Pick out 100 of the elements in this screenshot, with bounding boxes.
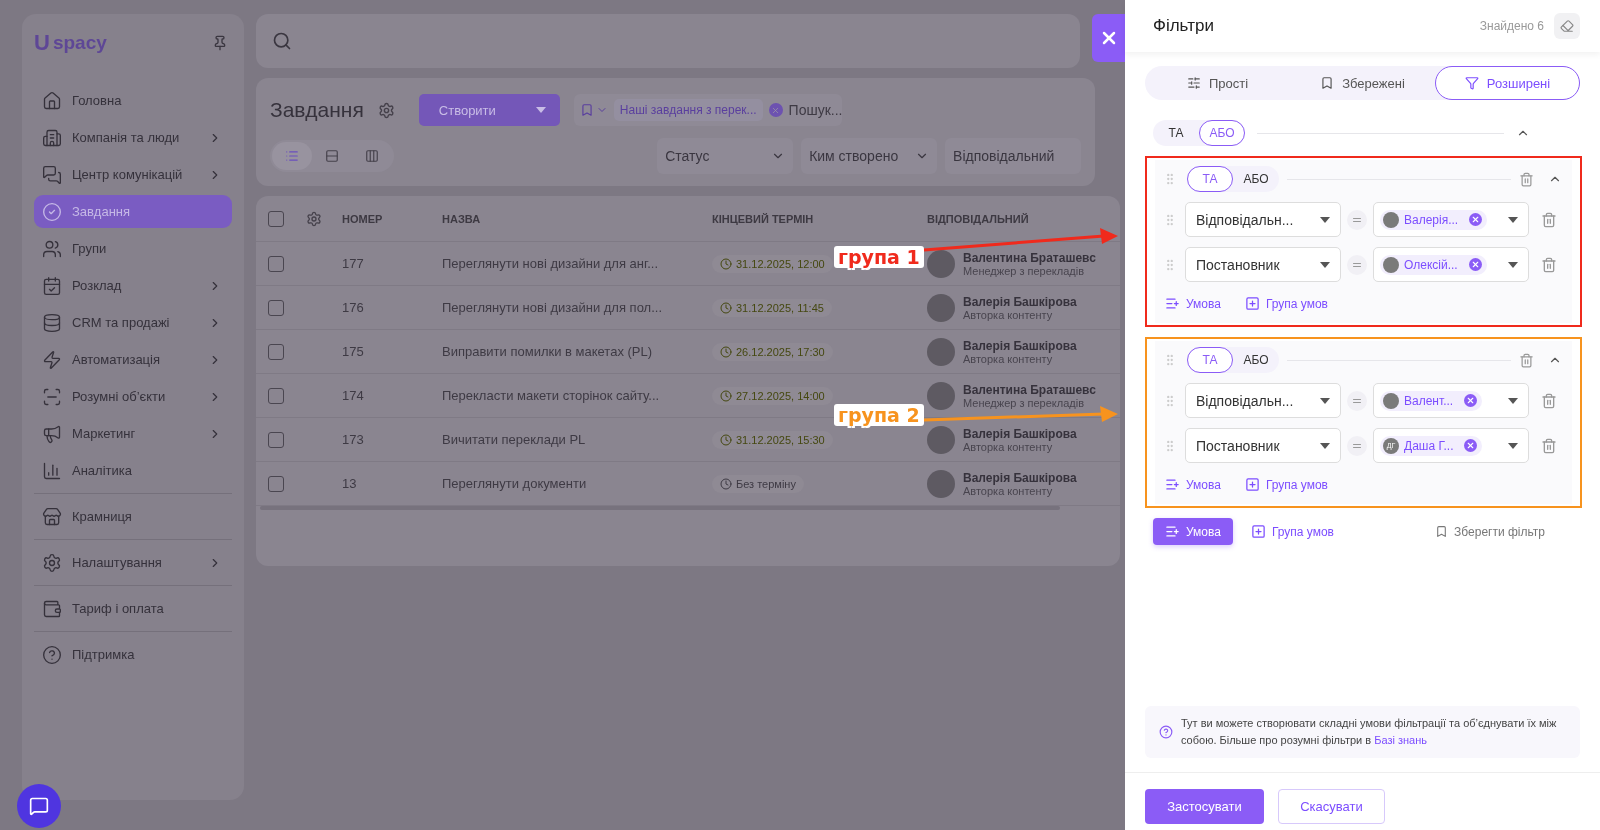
scan-icon: [42, 386, 62, 407]
remove-icon[interactable]: [1464, 439, 1478, 452]
filter-dropdown[interactable]: Ким створено: [801, 138, 938, 174]
field-select[interactable]: Постановник: [1185, 247, 1341, 282]
task-name[interactable]: Вичитати переклади PL: [442, 432, 712, 447]
view-button[interactable]: [272, 142, 312, 170]
sidebar-item[interactable]: Автоматизація: [34, 343, 232, 376]
trash-icon[interactable]: [1541, 211, 1557, 228]
avatar: [1383, 211, 1399, 228]
panel-title: Фільтри: [1153, 16, 1214, 36]
value-select[interactable]: Валент...: [1373, 383, 1529, 418]
trash-icon[interactable]: [1541, 256, 1557, 273]
equals-icon: [1347, 209, 1367, 230]
task-number: 13: [342, 476, 358, 491]
filter-tab[interactable]: Збережені: [1290, 66, 1435, 100]
filter-dropdown[interactable]: Відповідальний: [945, 138, 1081, 174]
search-icon: [272, 31, 292, 51]
row-checkbox[interactable]: [268, 431, 284, 448]
annotation-label: група 1: [834, 246, 924, 268]
list-plus-icon: [1165, 477, 1180, 492]
sidebar-item[interactable]: CRM та продажі: [34, 306, 232, 339]
list-icon: [285, 149, 299, 163]
remove-icon[interactable]: [768, 103, 783, 117]
logic-option[interactable]: ТА: [1153, 120, 1199, 146]
sidebar-item[interactable]: Розклад: [34, 269, 232, 302]
logic-option[interactable]: АБО: [1199, 120, 1245, 146]
create-button[interactable]: Створити: [418, 94, 560, 126]
column-header: ВІДПОВІДАЛЬНИЙ: [927, 212, 1030, 225]
sidebar-item[interactable]: Налаштування: [34, 546, 232, 579]
deadline-badge: 26.12.2025, 17:30: [712, 342, 833, 361]
remove-icon[interactable]: [1469, 213, 1483, 226]
add-group-link[interactable]: Група умов: [1240, 473, 1332, 496]
apply-button[interactable]: Застосувати: [1145, 789, 1264, 824]
sidebar-item[interactable]: Аналітика: [34, 454, 232, 487]
database-icon: [42, 312, 62, 333]
add-group-link[interactable]: Група умов: [1240, 292, 1332, 315]
logic-option[interactable]: АБО: [1233, 347, 1279, 373]
trash-icon[interactable]: [1541, 392, 1557, 409]
task-name[interactable]: Переглянути нові дизайни для анг...: [442, 256, 712, 271]
caret-icon: [1508, 397, 1518, 404]
row-checkbox[interactable]: [268, 299, 284, 316]
square-plus-icon: [1244, 477, 1260, 492]
task-name[interactable]: Переглянути нові дизайни для пол...: [442, 300, 712, 315]
select-all-checkbox[interactable]: [268, 210, 284, 227]
bar-chart-icon: [42, 460, 62, 481]
caret-icon: [1320, 261, 1330, 268]
task-name[interactable]: Виправити помилки в макетах (PL): [442, 344, 712, 359]
sidebar-item[interactable]: Центр комунікацій: [34, 158, 232, 191]
bookmark-icon[interactable]: [579, 103, 594, 117]
row-checkbox[interactable]: [268, 255, 284, 272]
value-select[interactable]: Олексій...: [1373, 247, 1529, 282]
task-name[interactable]: Переглянути документи: [442, 476, 712, 491]
value-select[interactable]: Валерія...: [1373, 202, 1529, 237]
close-button[interactable]: [1092, 14, 1125, 62]
sidebar-item[interactable]: Головна: [34, 84, 232, 117]
sidebar-item[interactable]: Маркетинг: [34, 417, 232, 450]
row-checkbox[interactable]: [268, 387, 284, 404]
add-condition-button[interactable]: Умова: [1153, 518, 1233, 545]
task-name[interactable]: Перекласти макети сторінок сайту...: [442, 388, 712, 403]
page-title: Завдання: [270, 98, 364, 122]
bookmark-icon: [1320, 76, 1335, 90]
trash-icon[interactable]: [1519, 352, 1534, 368]
remove-icon[interactable]: [1468, 258, 1482, 271]
add-condition-link[interactable]: Умова: [1161, 473, 1225, 496]
trash-icon[interactable]: [1519, 171, 1534, 187]
assignee-role: Авторка контенту: [963, 440, 1053, 453]
logic-option[interactable]: ТА: [1187, 166, 1233, 192]
remove-icon[interactable]: [1464, 394, 1478, 407]
sidebar-item[interactable]: Групи: [34, 232, 232, 265]
row-checkbox[interactable]: [268, 343, 284, 360]
trash-icon[interactable]: [1541, 437, 1557, 454]
add-group-link[interactable]: Група умов: [1246, 520, 1338, 543]
settings-icon[interactable]: [306, 210, 322, 227]
sidebar-item[interactable]: Підтримка: [34, 638, 232, 671]
logic-option[interactable]: ТА: [1187, 347, 1233, 373]
settings-icon[interactable]: [377, 101, 395, 119]
save-filter-link[interactable]: Зберегти фільтр: [1435, 524, 1545, 539]
filter-tab[interactable]: Розширені: [1435, 66, 1580, 100]
pin-icon[interactable]: [212, 35, 228, 51]
filter-icon: [1464, 76, 1479, 90]
eraser-button[interactable]: [1554, 13, 1580, 39]
add-condition-link[interactable]: Умова: [1161, 292, 1225, 315]
knowledge-base-link[interactable]: Базі знань: [1374, 734, 1427, 746]
filter-dropdown[interactable]: Статус: [657, 138, 794, 174]
row-checkbox[interactable]: [268, 475, 284, 492]
field-select[interactable]: Постановник: [1185, 428, 1341, 463]
field-select[interactable]: Відповідальн...: [1185, 383, 1341, 418]
sidebar-item[interactable]: Розумні об’єкти: [34, 380, 232, 413]
search-field[interactable]: Наші завдання з перек... Пошук...: [573, 94, 843, 126]
wallet-icon: [42, 598, 62, 619]
sidebar-item[interactable]: Компанія та люди: [34, 121, 232, 154]
sidebar-item[interactable]: Крамниця: [34, 500, 232, 533]
sidebar-item[interactable]: Завдання: [34, 195, 232, 228]
chat-button[interactable]: [17, 784, 61, 828]
cancel-button[interactable]: Скасувати: [1278, 789, 1385, 824]
filter-tab[interactable]: Прості: [1145, 66, 1290, 100]
assignee-name: Валерія Башкірова: [963, 426, 1077, 441]
column-header: НОМЕР: [342, 212, 384, 225]
field-select[interactable]: Відповідальн...: [1185, 202, 1341, 237]
logic-option[interactable]: АБО: [1233, 166, 1279, 192]
